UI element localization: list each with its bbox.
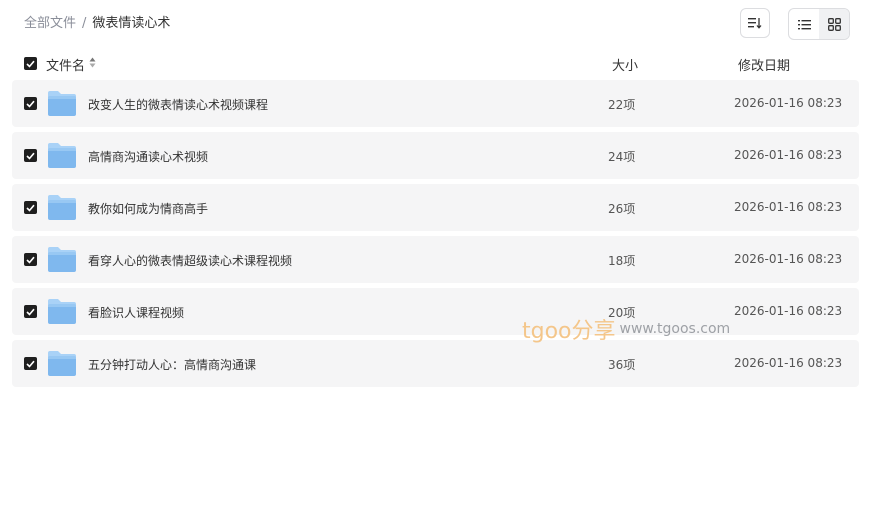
table-row[interactable]: 高情商沟通读心术视频 24项 2026-01-16 08:23 (12, 132, 859, 179)
folder-icon (48, 299, 76, 324)
table-row[interactable]: 改变人生的微表情读心术视频课程 22项 2026-01-16 08:23 (12, 80, 859, 127)
file-size: 20项 (608, 306, 636, 320)
sort-toggle-icon[interactable] (89, 57, 96, 68)
grid-view-button[interactable] (819, 9, 849, 39)
table-row[interactable]: 教你如何成为情商高手 26项 2026-01-16 08:23 (12, 184, 859, 231)
breadcrumb: 全部文件 / 微表情读心术 (24, 15, 170, 33)
table-header: 文件名 大小 修改日期 (0, 50, 874, 78)
file-name[interactable]: 教你如何成为情商高手 (88, 200, 208, 217)
checkmark-icon (26, 360, 35, 368)
grid-view-icon (827, 17, 841, 31)
row-checkbox[interactable] (24, 253, 37, 266)
checkmark-icon (26, 204, 35, 212)
view-toggle (788, 8, 850, 40)
checkmark-icon (26, 308, 35, 316)
table-row[interactable]: 看穿人心的微表情超级读心术课程视频 18项 2026-01-16 08:23 (12, 236, 859, 283)
select-all-checkbox[interactable] (24, 57, 37, 70)
table-row[interactable]: 五分钟打动人心：高情商沟通课 36项 2026-01-16 08:23 (12, 340, 859, 387)
row-checkbox[interactable] (24, 305, 37, 318)
file-name[interactable]: 高情商沟通读心术视频 (88, 148, 208, 165)
breadcrumb-separator: / (82, 16, 87, 31)
file-size: 26项 (608, 202, 636, 216)
file-modified-date: 2026-01-16 08:23 (734, 96, 843, 110)
column-header-size: 大小 (612, 59, 639, 74)
file-modified-date: 2026-01-16 08:23 (734, 200, 843, 214)
checkmark-icon (26, 60, 35, 68)
table-row[interactable]: 看脸识人课程视频 20项 2026-01-16 08:23 (12, 288, 859, 335)
folder-icon (48, 91, 76, 116)
row-checkbox[interactable] (24, 149, 37, 162)
breadcrumb-current: 微表情读心术 (92, 16, 171, 31)
file-name[interactable]: 看脸识人课程视频 (88, 304, 184, 321)
file-modified-date: 2026-01-16 08:23 (734, 356, 843, 370)
checkmark-icon (26, 100, 35, 108)
file-modified-date: 2026-01-16 08:23 (734, 304, 843, 318)
file-size: 24项 (608, 150, 636, 164)
file-name[interactable]: 改变人生的微表情读心术视频课程 (88, 96, 268, 113)
row-checkbox[interactable] (24, 97, 37, 110)
folder-icon (48, 351, 76, 376)
checkmark-icon (26, 152, 35, 160)
list-view-icon (797, 19, 811, 29)
file-modified-date: 2026-01-16 08:23 (734, 148, 843, 162)
sort-button[interactable] (740, 8, 770, 38)
file-name[interactable]: 五分钟打动人心：高情商沟通课 (88, 356, 256, 373)
sort-icon (748, 18, 762, 29)
column-header-name[interactable]: 文件名 (46, 55, 85, 74)
file-size: 36项 (608, 358, 636, 372)
folder-icon (48, 143, 76, 168)
top-bar: 全部文件 / 微表情读心术 (0, 0, 874, 48)
file-modified-date: 2026-01-16 08:23 (734, 252, 843, 266)
file-size: 22项 (608, 98, 636, 112)
row-checkbox[interactable] (24, 201, 37, 214)
list-view-button[interactable] (789, 9, 819, 39)
column-header-date: 修改日期 (738, 59, 791, 74)
file-size: 18项 (608, 254, 636, 268)
folder-icon (48, 195, 76, 220)
row-checkbox[interactable] (24, 357, 37, 370)
folder-icon (48, 247, 76, 272)
breadcrumb-root-link[interactable]: 全部文件 (24, 16, 76, 31)
file-name[interactable]: 看穿人心的微表情超级读心术课程视频 (88, 252, 292, 269)
checkmark-icon (26, 256, 35, 264)
